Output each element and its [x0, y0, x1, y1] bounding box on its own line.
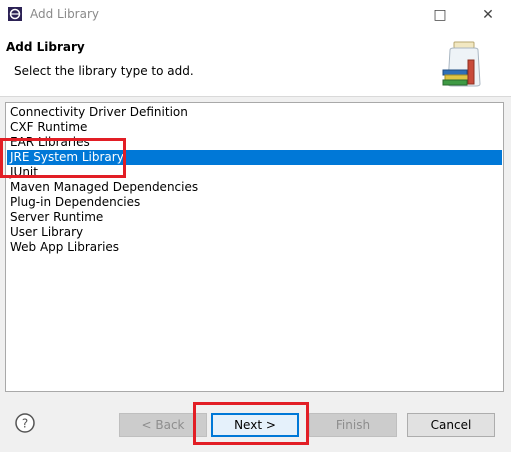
help-glyph: ?: [22, 417, 28, 431]
cancel-button[interactable]: Cancel: [407, 413, 495, 437]
help-icon[interactable]: ?: [15, 413, 35, 433]
list-item[interactable]: EAR Libraries: [9, 135, 90, 150]
maximize-icon: □: [433, 7, 447, 23]
finish-button[interactable]: Finish: [309, 413, 397, 437]
back-button-label: < Back: [141, 418, 185, 432]
list-item[interactable]: CXF Runtime: [9, 120, 87, 135]
eclipse-app-icon: [8, 7, 22, 21]
page-title: Add Library: [6, 40, 85, 54]
list-item-selected[interactable]: JRE System Library: [7, 150, 502, 165]
list-item[interactable]: Connectivity Driver Definition: [9, 105, 188, 120]
close-icon: ✕: [482, 7, 494, 23]
library-jar-books-icon: [442, 41, 481, 87]
maximize-button[interactable]: □: [420, 0, 460, 30]
finish-button-label: Finish: [335, 418, 371, 432]
back-button[interactable]: < Back: [119, 413, 207, 437]
page-description: Select the library type to add.: [14, 64, 194, 78]
list-item[interactable]: Plug-in Dependencies: [9, 195, 140, 210]
list-item[interactable]: User Library: [9, 225, 83, 240]
list-item[interactable]: JUnit: [9, 165, 38, 180]
library-type-list[interactable]: Connectivity Driver Definition CXF Runti…: [5, 102, 504, 392]
title-bar: Add Library □ ✕: [0, 0, 511, 30]
list-item[interactable]: Maven Managed Dependencies: [9, 180, 198, 195]
window-title: Add Library: [30, 7, 100, 21]
next-button[interactable]: Next >: [211, 413, 299, 437]
cancel-button-label: Cancel: [430, 418, 472, 432]
list-item[interactable]: Web App Libraries: [9, 240, 119, 255]
close-button[interactable]: ✕: [468, 0, 508, 30]
wizard-banner: Add Library Select the library type to a…: [0, 30, 511, 97]
list-item[interactable]: Server Runtime: [9, 210, 103, 225]
next-button-label: Next >: [234, 418, 276, 432]
